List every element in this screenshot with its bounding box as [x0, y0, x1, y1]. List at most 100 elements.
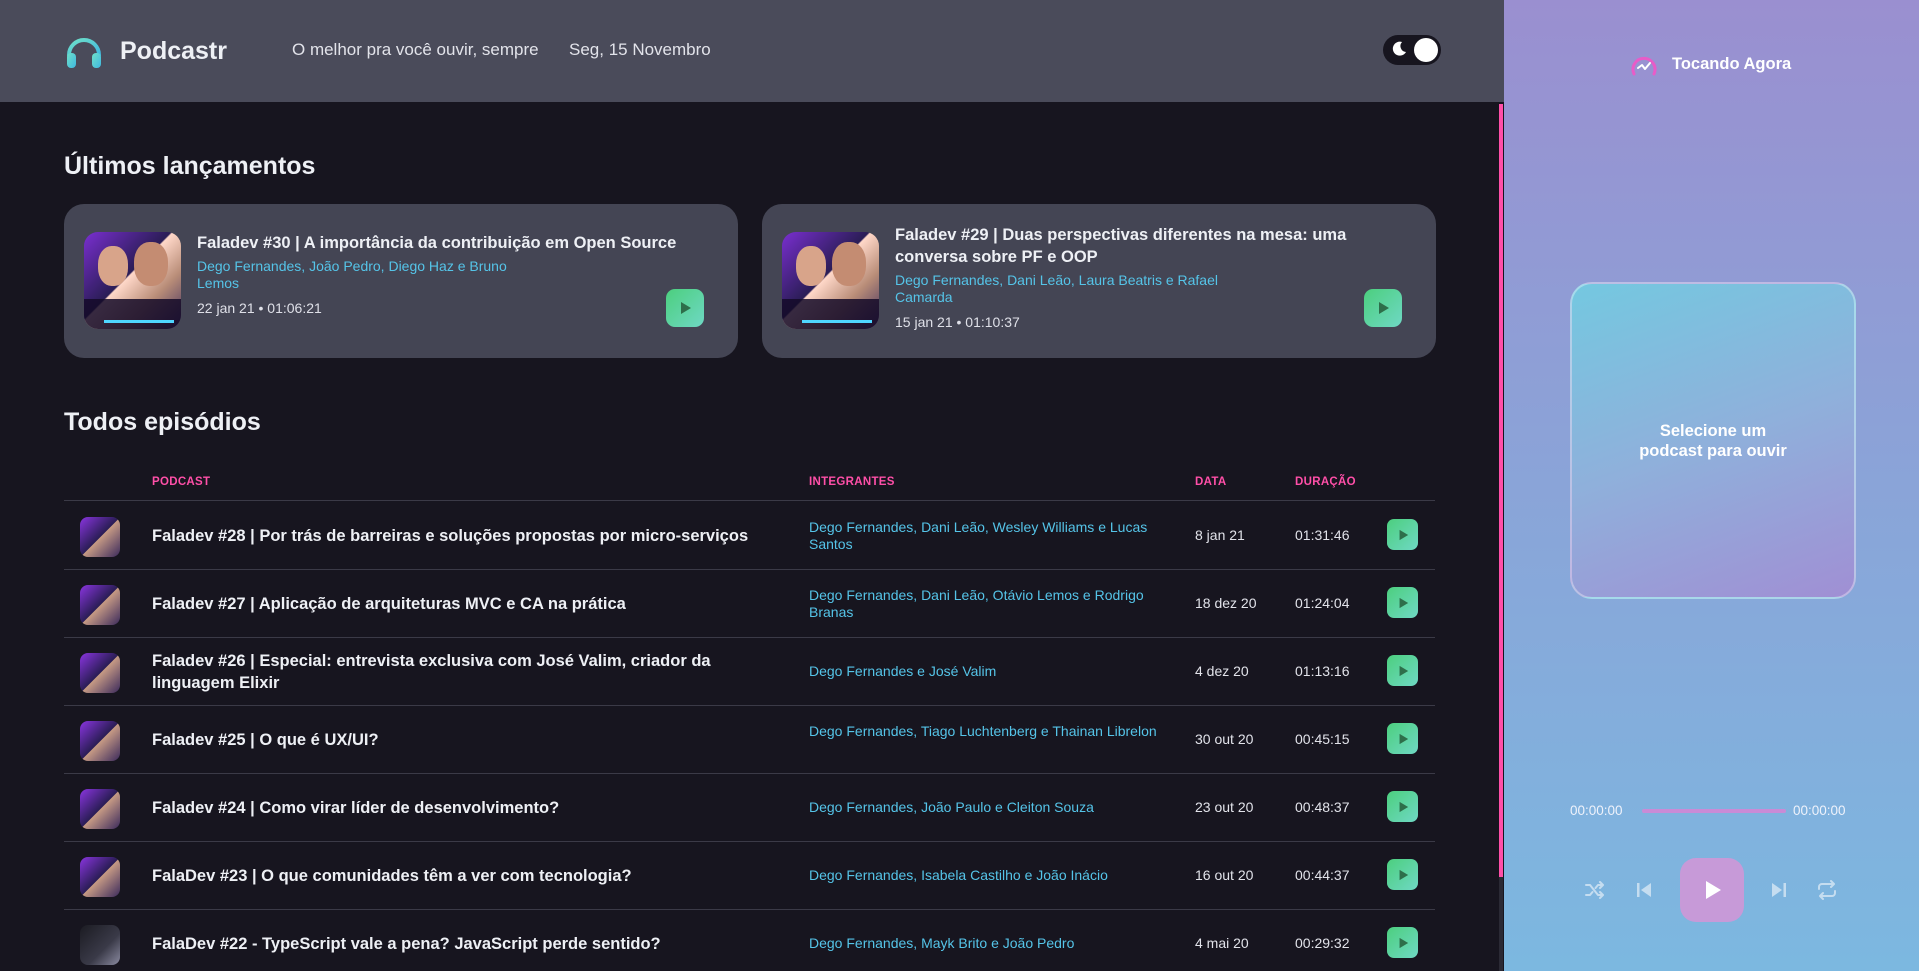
empty-player-box: Selecione um podcast para ouvir	[1570, 282, 1856, 599]
player-panel: Tocando Agora Selecione um podcast para …	[1504, 0, 1919, 971]
now-playing-header: Tocando Agora	[1628, 48, 1791, 80]
episode-title[interactable]: Faladev #30 | A importância da contribui…	[197, 232, 707, 254]
play-button[interactable]	[1387, 927, 1418, 958]
repeat-icon	[1818, 880, 1836, 900]
content: Últimos lançamentos Faladev #30 | A impo…	[0, 102, 1500, 971]
now-playing-title: Tocando Agora	[1672, 54, 1792, 73]
table-row: Faladev #26 | Especial: entrevista exclu…	[64, 638, 1435, 706]
episode-members: Dego Fernandes, Dani Leão, Laura Beatris…	[895, 272, 1218, 305]
episode-members: Dego Fernandes, Isabela Castilho e João …	[809, 867, 1108, 883]
episode-thumbnail	[782, 232, 879, 329]
play-icon	[681, 302, 691, 314]
episode-thumbnail	[80, 585, 120, 625]
scrollbar-track[interactable]	[1499, 104, 1503, 877]
episode-title[interactable]: FalaDev #23 | O que comunidades têm a ve…	[152, 865, 792, 887]
playing-icon	[1631, 56, 1657, 76]
episode-duration: 01:13:16	[1295, 663, 1350, 679]
current-date: Seg, 15 Novembro	[569, 40, 711, 59]
episode-thumbnail	[80, 789, 120, 829]
logo[interactable]: Podcastr	[64, 31, 227, 71]
progress-slider[interactable]	[1642, 809, 1786, 813]
episode-title[interactable]: Faladev #28 | Por trás de barreiras e so…	[152, 525, 792, 547]
app-main-area: Podcastr O melhor pra você ouvir, sempre…	[0, 0, 1504, 971]
play-button[interactable]	[1387, 655, 1418, 686]
episode-meta: 22 jan 21 • 01:06:21	[197, 300, 322, 316]
skip-previous-icon	[1637, 883, 1651, 897]
moon-icon	[1392, 41, 1406, 56]
play-icon	[1399, 937, 1408, 948]
column-duration: DURAÇÃO	[1295, 476, 1356, 488]
table-header: PODCAST INTEGRANTES DATA DURAÇÃO	[64, 471, 1435, 501]
play-button[interactable]	[1387, 723, 1418, 754]
all-episodes-title: Todos episódios	[64, 408, 261, 436]
play-button[interactable]	[1387, 859, 1418, 890]
play-icon	[1399, 665, 1408, 676]
table-row: FalaDev #23 | O que comunidades têm a ve…	[64, 842, 1435, 910]
episode-thumbnail	[80, 517, 120, 557]
episode-members: Dego Fernandes, João Pedro, Diego Haz e …	[197, 258, 507, 291]
play-button[interactable]	[1364, 289, 1402, 327]
table-row: FalaDev #22 - TypeScript vale a pena? Ja…	[64, 910, 1435, 971]
time-total: 00:00:00	[1793, 803, 1846, 818]
episode-members: Dego Fernandes, Tiago Luchtenberg e Thai…	[809, 723, 1157, 739]
next-button[interactable]	[1767, 878, 1791, 907]
table-row: Faladev #27 | Aplicação de arquiteturas …	[64, 570, 1435, 638]
play-button[interactable]	[1387, 519, 1418, 550]
episode-title[interactable]: Faladev #29 | Duas perspectivas diferent…	[895, 224, 1405, 268]
episode-members: Dego Fernandes, Mayk Brito e João Pedro	[809, 935, 1075, 951]
episode-date: 4 mai 20	[1195, 935, 1249, 951]
episode-date: 30 out 20	[1195, 731, 1254, 747]
repeat-button[interactable]	[1815, 878, 1839, 907]
skip-next-icon	[1772, 883, 1786, 897]
episode-members: Dego Fernandes, Dani Leão, Wesley Willia…	[809, 519, 1148, 552]
episode-title[interactable]: FalaDev #22 - TypeScript vale a pena? Ja…	[152, 933, 792, 955]
episode-title[interactable]: Faladev #27 | Aplicação de arquiteturas …	[152, 593, 792, 615]
play-icon	[1379, 302, 1389, 314]
tagline: O melhor pra você ouvir, sempre	[292, 40, 539, 59]
play-icon	[1399, 733, 1408, 744]
play-icon	[1706, 881, 1721, 899]
episode-thumbnail	[84, 232, 181, 329]
episode-thumbnail	[80, 925, 120, 965]
episode-title[interactable]: Faladev #26 | Especial: entrevista exclu…	[152, 650, 792, 694]
episode-duration: 01:24:04	[1295, 595, 1350, 611]
empty-player-message: Selecione um podcast para ouvir	[1639, 421, 1787, 460]
play-icon	[1399, 529, 1408, 540]
episode-duration: 00:29:32	[1295, 935, 1350, 951]
episode-date: 4 dez 20	[1195, 663, 1249, 679]
column-members: INTEGRANTES	[809, 476, 895, 488]
episode-meta: 15 jan 21 • 01:10:37	[895, 314, 1020, 330]
episode-date: 18 dez 20	[1195, 595, 1257, 611]
toggle-knob	[1414, 38, 1438, 62]
headphones-icon	[67, 38, 101, 68]
play-icon	[1399, 597, 1408, 608]
shuffle-button[interactable]	[1583, 878, 1607, 907]
previous-button[interactable]	[1632, 878, 1656, 907]
column-date: DATA	[1195, 476, 1227, 488]
column-podcast: PODCAST	[152, 476, 211, 488]
top-header: Podcastr O melhor pra você ouvir, sempre…	[0, 0, 1504, 102]
episode-members: Dego Fernandes, Dani Leão, Otávio Lemos …	[809, 587, 1144, 620]
time-current: 00:00:00	[1570, 803, 1623, 818]
theme-toggle[interactable]	[1383, 35, 1441, 65]
episode-title[interactable]: Faladev #25 | O que é UX/UI?	[152, 729, 792, 751]
episode-duration: 00:48:37	[1295, 799, 1350, 815]
card-text: Faladev #30 | A importância da contribui…	[197, 232, 707, 316]
table-row: Faladev #25 | O que é UX/UI? Dego Fernan…	[64, 706, 1435, 774]
table-row: Faladev #24 | Como virar líder de desenv…	[64, 774, 1435, 842]
episode-duration: 01:31:46	[1295, 527, 1350, 543]
episode-thumbnail	[80, 653, 120, 693]
play-button[interactable]	[1387, 791, 1418, 822]
play-button[interactable]	[666, 289, 704, 327]
scrollbar-thumb[interactable]	[1499, 877, 1503, 971]
play-icon	[1399, 801, 1408, 812]
latest-episode-card[interactable]: Faladev #29 | Duas perspectivas diferent…	[762, 204, 1436, 358]
table-row: Faladev #28 | Por trás de barreiras e so…	[64, 502, 1435, 570]
play-button[interactable]	[1387, 587, 1418, 618]
latest-episode-card[interactable]: Faladev #30 | A importância da contribui…	[64, 204, 738, 358]
play-pause-button[interactable]	[1680, 858, 1744, 922]
episode-date: 16 out 20	[1195, 867, 1254, 883]
latest-section-title: Últimos lançamentos	[64, 152, 316, 180]
episode-title[interactable]: Faladev #24 | Como virar líder de desenv…	[152, 797, 792, 819]
episode-members: Dego Fernandes e José Valim	[809, 663, 997, 679]
